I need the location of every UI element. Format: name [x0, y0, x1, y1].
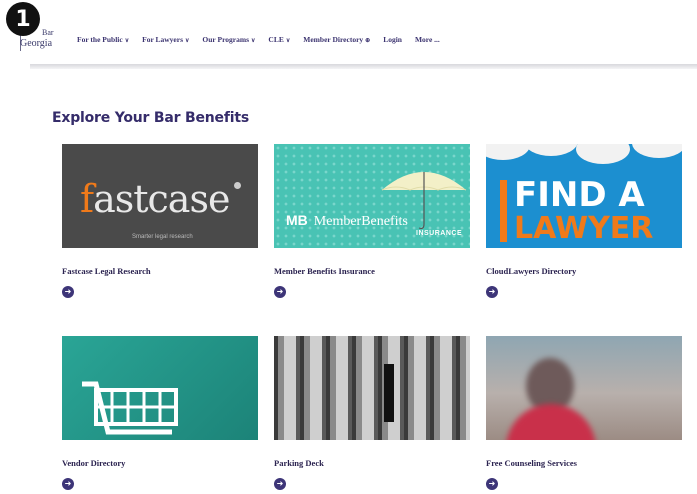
nav-label: For Lawyers	[142, 35, 184, 44]
nav-login[interactable]: Login	[383, 35, 402, 44]
nav-more[interactable]: More ...	[415, 35, 440, 44]
fastcase-wordmark-f: f	[80, 177, 94, 221]
chevron-down-icon: ∨	[185, 38, 190, 44]
chevron-down-icon: ∨	[124, 38, 130, 44]
benefit-card-cloudlawyers[interactable]: FIND A LAWYER CloudLawyers Directory ➜	[486, 144, 682, 298]
main-menu: For the Public ∨ For Lawyers ∨ Our Program…	[77, 35, 453, 44]
registered-mark-icon	[234, 182, 241, 189]
benefit-card-vendor-directory[interactable]: Vendor Directory ➜	[62, 336, 258, 490]
find-a-lawyer-thumbnail[interactable]: FIND A LAWYER	[486, 144, 682, 248]
arrow-right-circle-icon[interactable]: ➜	[274, 478, 286, 490]
step-number-badge: 1	[6, 2, 40, 36]
card-label[interactable]: Free Counseling Services	[486, 458, 577, 468]
cloud-shape	[632, 144, 682, 158]
card-label[interactable]: CloudLawyers Directory	[486, 266, 576, 276]
top-navigation: Bar Georgia For the Public ∨ For Lawyers ∨…	[0, 0, 697, 70]
arrow-right-circle-icon[interactable]: ➜	[62, 286, 74, 298]
fastcase-wordmark-rest: astcase	[93, 177, 230, 221]
logo-line-1: Bar	[42, 28, 54, 37]
nav-member-directory[interactable]: Member Directory ⊕	[303, 35, 370, 44]
card-label[interactable]: Member Benefits Insurance	[274, 266, 375, 276]
arrow-right-circle-icon[interactable]: ➜	[274, 286, 286, 298]
card-label[interactable]: Fastcase Legal Research	[62, 266, 151, 276]
parking-deck-thumbnail[interactable]	[274, 336, 470, 440]
vendor-directory-thumbnail[interactable]	[62, 336, 258, 440]
fastcase-thumbnail[interactable]: fastcase Smarter legal research	[62, 144, 258, 248]
nav-label: Login	[383, 35, 402, 44]
nav-cle[interactable]: CLE ∨	[268, 35, 290, 44]
benefit-card-fastcase[interactable]: fastcase Smarter legal research Fastcase…	[62, 144, 258, 298]
person-shoulders	[506, 404, 596, 440]
nav-for-lawyers[interactable]: For Lawyers ∨	[142, 35, 189, 44]
brand-part-2: Benefits	[361, 214, 408, 229]
mb-monogram: MB	[286, 212, 308, 228]
benefit-card-parking-deck[interactable]: Parking Deck ➜	[274, 336, 470, 490]
nav-our-programs[interactable]: Our Programs ∨	[202, 35, 255, 44]
shopping-cart-icon	[82, 381, 178, 435]
member-benefits-thumbnail[interactable]: MB MemberBenefits INSURANCE	[274, 144, 470, 248]
cloud-shape	[576, 144, 630, 164]
arrow-right-circle-icon[interactable]: ➜	[486, 478, 498, 490]
nav-label: CLE	[268, 35, 284, 44]
nav-label: For the Public	[77, 35, 123, 44]
cloud-shape	[486, 144, 530, 160]
fastcase-tagline: Smarter legal research	[132, 234, 193, 240]
brand-part-1: Member	[313, 214, 362, 229]
cloud-shape	[524, 144, 578, 156]
nav-for-the-public[interactable]: For the Public ∨	[77, 35, 129, 44]
insurance-caption: INSURANCE	[416, 230, 463, 237]
arrow-right-circle-icon[interactable]: ➜	[62, 478, 74, 490]
card-label[interactable]: Parking Deck	[274, 458, 324, 468]
nav-label: More ...	[414, 35, 440, 44]
nav-label: Our Programs	[202, 35, 250, 44]
find-a-text: FIND A	[514, 175, 645, 215]
chevron-down-icon: ∨	[251, 38, 256, 44]
lawyer-text: LAWYER	[514, 211, 654, 246]
parking-sign	[384, 364, 394, 422]
arrow-right-circle-icon[interactable]: ➜	[486, 286, 498, 298]
section-title: Explore Your Bar Benefits	[52, 110, 249, 126]
plus-circle-icon: ⊕	[365, 38, 371, 44]
benefit-card-member-benefits[interactable]: MB MemberBenefits INSURANCE Member Benefi…	[274, 144, 470, 298]
accent-stripe	[500, 180, 507, 242]
fastcase-wordmark: fastcase	[80, 177, 230, 221]
chevron-down-icon: ∨	[285, 38, 291, 44]
nav-label: Member Directory	[303, 35, 364, 44]
benefit-card-free-counseling[interactable]: Free Counseling Services ➜	[486, 336, 682, 490]
card-label[interactable]: Vendor Directory	[62, 458, 125, 468]
counseling-thumbnail[interactable]	[486, 336, 682, 440]
logo-line-2: Georgia	[20, 38, 53, 49]
member-benefits-wordmark: MB MemberBenefits	[286, 212, 408, 230]
